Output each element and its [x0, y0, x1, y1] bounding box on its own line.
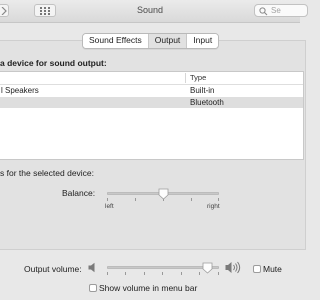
volume-tick — [162, 272, 163, 275]
show-volume-in-menu-bar-checkbox[interactable] — [89, 284, 97, 292]
device-settings-heading: s for the selected device: — [0, 168, 95, 178]
tab-output[interactable]: Output — [147, 34, 187, 48]
title-bar: Sound Se — [0, 0, 308, 23]
balance-slider-thumb[interactable] — [158, 188, 169, 200]
tab-sound-effects[interactable]: Sound Effects — [83, 34, 148, 48]
table-row[interactable]: Bluetooth — [0, 97, 303, 108]
volume-tick — [144, 272, 145, 275]
search-icon — [259, 7, 268, 16]
volume-tick — [199, 272, 200, 275]
speaker-loud-icon[interactable] — [225, 261, 243, 274]
balance-tick — [218, 198, 219, 201]
balance-right-label: right — [207, 203, 220, 210]
mute-checkbox[interactable] — [253, 265, 261, 273]
balance-tick — [191, 198, 192, 201]
column-divider[interactable] — [185, 73, 186, 83]
table-row[interactable]: l Speakers Built-in — [0, 85, 303, 96]
show-volume-in-menu-bar-label: Show volume in menu bar — [99, 283, 198, 293]
mute-label: Mute — [263, 264, 282, 274]
tab-bar: Sound Effects Output Input — [82, 33, 220, 49]
balance-tick — [135, 198, 136, 201]
column-header-type[interactable]: Type — [190, 73, 206, 82]
search-placeholder: Se — [271, 6, 281, 15]
tab-input[interactable]: Input — [186, 34, 219, 48]
balance-left-label: left — [105, 203, 114, 210]
volume-tick — [181, 272, 182, 275]
device-name: l Speakers — [1, 86, 39, 95]
search-field[interactable]: Se — [254, 4, 308, 17]
output-device-heading: a device for sound output: — [0, 58, 107, 68]
output-device-table[interactable]: Type l Speakers Built-in Bluetooth — [0, 71, 304, 160]
balance-tick — [107, 198, 108, 201]
balance-label: Balance: — [62, 188, 96, 198]
table-header: Type — [0, 72, 303, 85]
device-type: Built-in — [190, 86, 215, 95]
output-volume-slider-thumb[interactable] — [202, 262, 213, 274]
volume-tick — [107, 272, 108, 275]
volume-tick — [125, 272, 126, 275]
volume-tick — [218, 272, 219, 275]
output-volume-label: Output volume: — [24, 264, 82, 274]
speaker-muted-icon[interactable] — [88, 262, 97, 273]
device-type: Bluetooth — [190, 98, 224, 107]
